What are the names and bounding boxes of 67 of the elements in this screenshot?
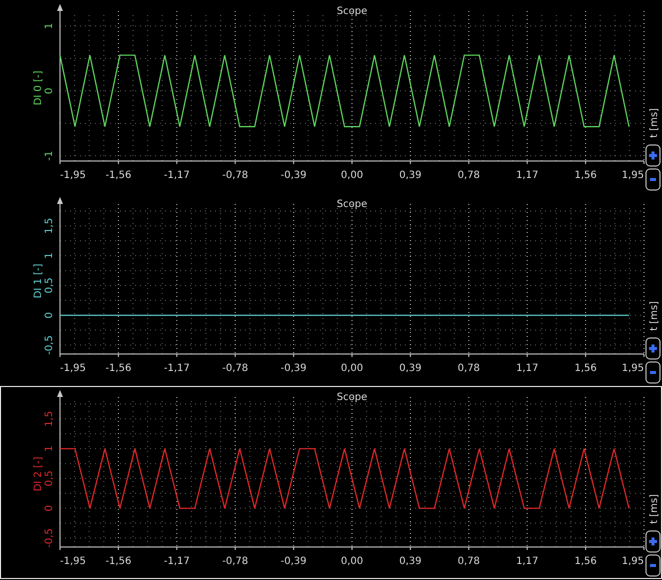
x-tick-label: 0,00 [340,170,364,181]
y-tick-label: 1 [44,445,55,452]
time-axis-label: t [ms] [649,108,660,138]
y-tick-label: 1 [44,22,55,30]
zoom-out-button[interactable] [646,362,660,384]
y-axis-label: DI 2 [-] [33,456,44,492]
x-tick-label: 0,78 [458,363,480,374]
time-axis-label: t [ms] [649,301,660,331]
x-tick-label: -1,95 [60,170,86,181]
x-tick-label: -0,78 [222,170,248,181]
x-tick-label: -1,17 [164,170,190,181]
x-tick-label: -0,39 [280,556,307,567]
minus-icon [650,371,656,374]
x-tick-label: -1,95 [60,556,86,567]
y-tick-label: 0 [44,312,55,318]
y-tick-label: -0,5 [44,528,55,548]
y-tick-label: -0,5 [44,335,55,355]
zoom-in-button[interactable] [646,338,660,360]
x-tick-label: 0,00 [340,556,364,567]
x-tick-label: 0,00 [340,363,364,374]
x-tick-label: 0,39 [399,556,422,567]
x-tick-label: -0,78 [222,363,248,374]
x-tick-label: 1,95 [622,363,644,374]
x-tick-label: -0,39 [280,363,307,374]
y-tick-label: 0 [44,88,55,94]
chart-title: Scope [336,6,368,17]
y-tick-label: 1,5 [44,410,55,427]
chart-title: Scope [336,199,368,210]
plus-icon [648,536,658,547]
y-tick-label: -1 [44,150,55,161]
minus-icon [650,178,656,181]
x-tick-label: 1,95 [622,556,644,567]
x-tick-label: 1,56 [574,170,597,181]
minus-icon [650,564,656,567]
zoom-out-button[interactable] [646,554,660,576]
x-tick-label: -0,78 [222,556,248,567]
x-tick-label: 1,56 [574,556,597,567]
y-axis-label: DI 1 [-] [33,264,44,298]
zoom-in-button[interactable] [646,144,660,166]
x-tick-label: -1,95 [60,363,86,374]
x-tick-label: -0,39 [280,170,307,181]
y-tick-label: 1 [44,252,55,259]
x-tick-label: -1,56 [105,170,132,181]
zoom-out-button[interactable] [646,168,660,190]
zoom-in-button[interactable] [646,530,660,552]
chart-title: Scope [336,392,368,403]
y-tick-label: 0,5 [44,278,55,294]
x-tick-label: 1,56 [574,363,597,374]
plus-icon [648,343,658,354]
plus-icon [648,150,658,161]
x-tick-label: 1,95 [622,170,644,181]
x-tick-label: 0,39 [399,363,422,374]
x-tick-label: 0,78 [458,556,480,567]
x-tick-label: 0,78 [458,170,480,181]
x-tick-label: -1,56 [105,556,132,567]
x-tick-label: 1,17 [516,556,538,567]
y-tick-label: 1,5 [44,218,55,234]
y-tick-label: 0,5 [44,470,55,486]
x-tick-label: -1,17 [164,363,190,374]
y-tick-label: 0 [44,505,55,512]
x-tick-label: 1,17 [516,170,538,181]
x-tick-label: -1,17 [164,556,190,567]
y-axis-label: DI 0 [-] [33,70,44,106]
x-tick-label: 1,17 [516,363,538,374]
time-axis-label: t [ms] [649,494,660,524]
x-tick-label: -1,56 [105,363,132,374]
x-tick-label: 0,39 [399,170,422,181]
